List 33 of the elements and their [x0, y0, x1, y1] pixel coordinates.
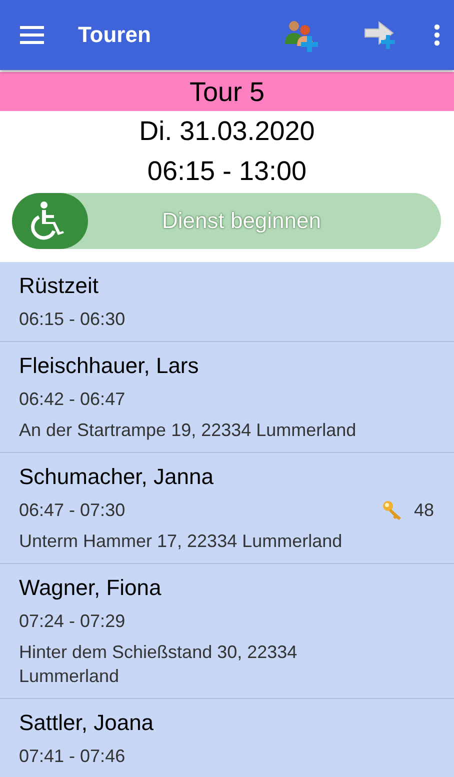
arrow-plus-icon: [364, 20, 398, 50]
stop-name: Sattler, Joana: [19, 709, 155, 737]
tour-time: 06:15 - 13:00: [147, 155, 307, 188]
stop-name: Fleischhauer, Lars: [19, 352, 200, 380]
stop-row[interactable]: Sattler, Joana 07:41 - 07:46: [0, 699, 454, 777]
stop-row[interactable]: Wagner, Fiona 07:24 - 07:29 Hinter dem Schießstand 30, 22334 Lummerland: [0, 564, 454, 699]
more-icon: [434, 24, 440, 46]
key-icon: [382, 500, 404, 520]
stop-time: 07:24 - 07:29: [19, 610, 126, 633]
stop-row[interactable]: Rüstzeit 06:15 - 06:30: [0, 262, 454, 342]
stop-address: Hinter dem Schießstand 30, 22334 Lummerland: [19, 641, 298, 688]
stop-row[interactable]: Fleischhauer, Lars 06:42 - 06:47 An der Startrampe 19, 22334 Lummerland: [0, 342, 454, 453]
stop-time: 06:42 - 06:47: [19, 388, 126, 411]
add-people-icon: [282, 18, 318, 52]
swipe-label: Dienst beginnen: [160, 208, 321, 234]
more-button[interactable]: [434, 24, 440, 46]
tour-name: Tour 5: [189, 76, 265, 108]
tour-date: Di. 31.03.2020: [139, 115, 315, 148]
stop-address: Unterm Hammer 17, 22334 Lummerland: [19, 530, 344, 553]
stop-row[interactable]: Schumacher, Janna 06:47 - 07:30 48 Unterm Hammer 17, 22334 Lummerland: [0, 453, 454, 564]
menu-icon: [20, 26, 44, 44]
add-forward-button[interactable]: [364, 20, 398, 50]
stop-name: Rüstzeit: [19, 272, 100, 300]
stop-time: 07:41 - 07:46: [19, 745, 126, 768]
add-people-button[interactable]: [282, 18, 318, 52]
stop-time: 06:47 - 07:30: [19, 499, 126, 522]
stop-time: 06:15 - 06:30: [19, 308, 126, 331]
app-title: Touren: [78, 22, 152, 48]
stop-name: Wagner, Fiona: [19, 574, 162, 602]
stop-address: An der Startrampe 19, 22334 Lummerland: [19, 419, 358, 442]
menu-button[interactable]: [20, 26, 44, 44]
stop-name: Schumacher, Janna: [19, 463, 214, 491]
key-number: 48: [414, 499, 434, 522]
